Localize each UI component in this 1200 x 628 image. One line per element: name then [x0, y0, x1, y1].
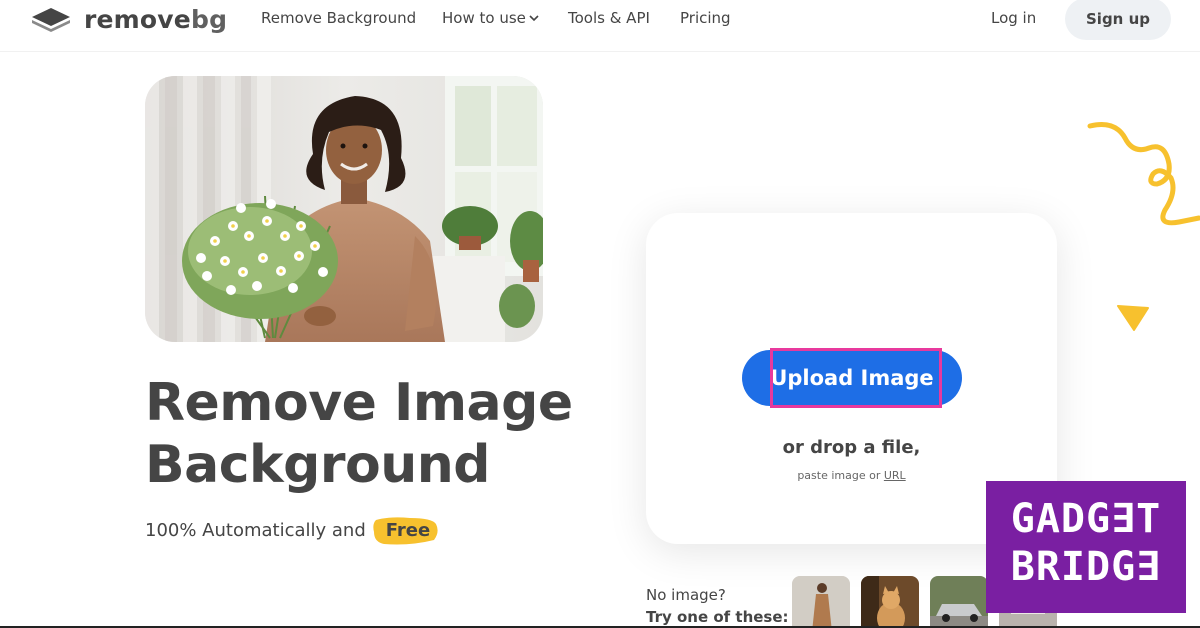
samples-prompt: No image? Try one of these:	[646, 584, 789, 628]
nav-label: Remove Background	[261, 9, 417, 27]
signup-button[interactable]: Sign up	[1065, 0, 1171, 40]
logo[interactable]: removebg	[30, 4, 227, 34]
page-title: Remove Image Background	[145, 372, 573, 496]
logo-text: removebg	[84, 4, 228, 34]
triangle-decoration	[1117, 305, 1149, 331]
sample-thumb-woman[interactable]	[792, 576, 850, 628]
hero-photo	[145, 76, 543, 342]
top-header: removebg Remove Background How to use To…	[0, 0, 1200, 52]
samples-line-2: Try one of these:	[646, 608, 789, 626]
sample-thumb-cat[interactable]	[861, 576, 919, 628]
badge-text: Free	[385, 520, 431, 541]
drop-file-text: or drop a file,	[782, 437, 921, 458]
nav-tools-api[interactable]: Tools & API	[568, 9, 650, 27]
squiggle-decoration	[1087, 122, 1200, 226]
logo-icon	[32, 8, 70, 32]
login-link[interactable]: Log in	[991, 9, 1036, 27]
title-line-1: Remove Image	[145, 373, 573, 433]
sample-thumb-car[interactable]	[930, 576, 988, 628]
watermark-line-1: GADG∃T	[1010, 496, 1162, 542]
url-link[interactable]: URL	[884, 469, 906, 482]
watermark-logo: GADG∃T BRIDG∃	[986, 481, 1186, 613]
free-badge: Free	[373, 517, 440, 545]
watermark-text: GADG∃T BRIDG∃	[986, 495, 1186, 591]
nav-how-to-use[interactable]: How to use	[442, 9, 539, 27]
watermark-line-2: BRIDG∃	[1010, 544, 1162, 590]
title-line-2: Background	[145, 435, 490, 495]
nav-pricing[interactable]: Pricing	[680, 9, 731, 27]
upload-highlight-box	[770, 348, 942, 408]
chevron-down-icon	[529, 15, 539, 22]
samples-line-1: No image?	[646, 586, 726, 604]
subtitle-text: 100% Automatically and	[145, 520, 366, 541]
paste-hint-text: paste image or	[797, 469, 881, 482]
nav-label: Pricing	[680, 9, 731, 27]
nav-remove-background[interactable]: Remove Background	[261, 9, 416, 27]
nav-label: Tools & API	[568, 9, 650, 27]
nav-label: How to use	[442, 9, 526, 27]
subtitle: 100% Automatically and Free	[145, 517, 440, 545]
